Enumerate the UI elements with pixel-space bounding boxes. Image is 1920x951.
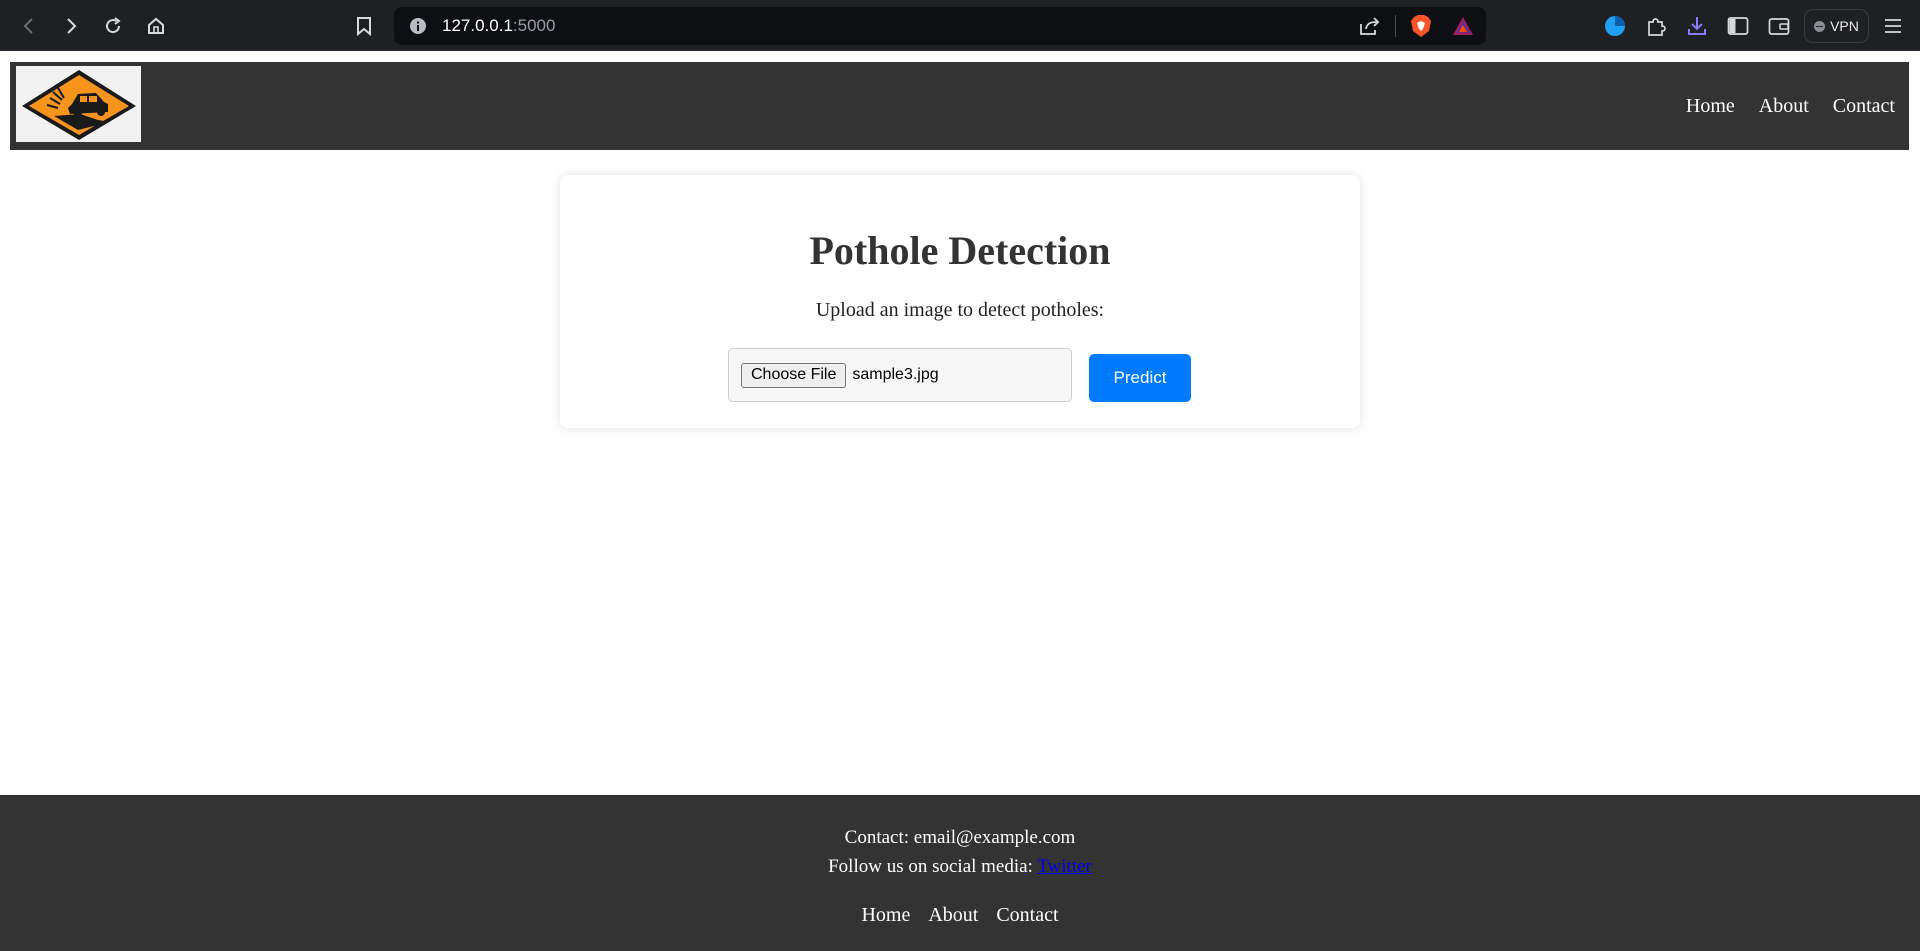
upload-instructions: Upload an image to detect potholes: [815, 299, 1105, 321]
extensions-icon[interactable] [1645, 15, 1667, 37]
address-bar[interactable]: 127.0.0.1:5000 [394, 7, 1486, 45]
browser-toolbar: 127.0.0.1:5000 VPN [0, 0, 1920, 51]
site-nav: Home About Contact [1686, 62, 1895, 150]
site-logo[interactable] [16, 66, 141, 142]
url-text: 127.0.0.1:5000 [442, 16, 556, 35]
forward-icon[interactable] [57, 12, 85, 40]
brave-shields-icon[interactable] [1410, 14, 1432, 38]
home-icon[interactable] [142, 12, 170, 40]
footer-about-link[interactable]: About [928, 904, 978, 927]
brave-rewards-icon[interactable] [1452, 16, 1474, 36]
vpn-label: VPN [1830, 18, 1859, 34]
menu-icon[interactable] [1883, 17, 1903, 35]
footer-home-link[interactable]: Home [861, 904, 910, 927]
downloads-icon[interactable] [1686, 15, 1708, 37]
footer-follow-text: Follow us on social media: [828, 856, 1033, 877]
site-info-icon[interactable] [409, 17, 427, 35]
selected-file-name: sample3.jpg [852, 366, 939, 383]
nav-contact-link[interactable]: Contact [1833, 95, 1895, 118]
wallet-icon[interactable] [1768, 16, 1790, 36]
choose-file-button[interactable]: Choose File [741, 362, 847, 388]
leo-ai-icon[interactable] [1604, 15, 1626, 37]
nav-home-link[interactable]: Home [1686, 95, 1735, 118]
nav-about-link[interactable]: About [1759, 95, 1809, 118]
site-header: Home About Contact [10, 62, 1909, 150]
reload-icon[interactable] [99, 12, 127, 40]
back-icon[interactable] [15, 12, 43, 40]
share-icon[interactable] [1359, 16, 1381, 36]
site-footer: Contact: email@example.com Follow us on … [0, 795, 1920, 951]
page-title: Pothole Detection [809, 228, 1111, 273]
footer-social: Follow us on social media: Twitter [0, 856, 1920, 878]
pothole-warning-sign-icon [21, 70, 136, 140]
footer-contact: Contact: email@example.com [844, 827, 1076, 848]
vpn-status-icon [1814, 20, 1826, 32]
footer-nav: Home About Contact [0, 904, 1920, 927]
footer-contact-link[interactable]: Contact [996, 904, 1058, 927]
predict-button[interactable]: Predict [1089, 354, 1191, 402]
sidebar-icon[interactable] [1727, 16, 1749, 36]
divider [1395, 15, 1396, 37]
bookmark-icon[interactable] [350, 12, 378, 40]
twitter-link[interactable]: Twitter [1037, 856, 1092, 877]
file-input[interactable]: Choose File sample3.jpg [728, 348, 1072, 402]
vpn-button[interactable]: VPN [1804, 9, 1869, 43]
upload-card: Pothole Detection Upload an image to det… [560, 175, 1360, 428]
